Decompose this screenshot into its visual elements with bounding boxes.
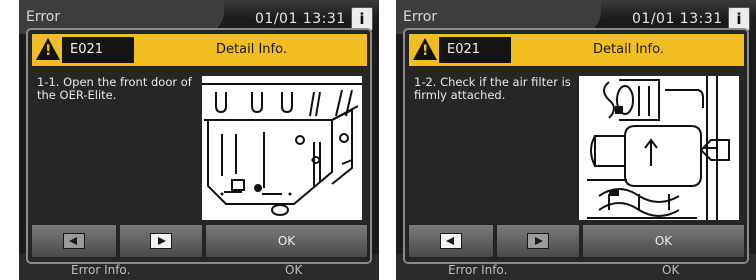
dialog-button-row: OK xyxy=(31,224,368,258)
clock: 01/01 13:31 xyxy=(632,11,723,27)
dialog-button-row: OK xyxy=(408,224,745,258)
instruction-text: 1-2. Check if the air filter is firmly a… xyxy=(414,75,571,102)
previous-arrow-icon xyxy=(63,233,85,249)
next-arrow-icon xyxy=(150,233,172,249)
air-filter-attached-diagram xyxy=(587,76,730,220)
front-door-open-illustration xyxy=(202,76,362,220)
detail-info-dialog: E021 Detail Info. 1-1. Open the front do… xyxy=(26,28,372,264)
ok-button[interactable]: OK xyxy=(582,224,745,258)
next-button[interactable] xyxy=(119,224,203,258)
air-filter-illustration xyxy=(579,76,739,220)
window-title: Error xyxy=(26,9,61,25)
dialog-header: E021 Detail Info. xyxy=(31,33,368,67)
next-button[interactable] xyxy=(496,224,580,258)
instruction-text: 1-1. Open the front door of the OER-Elit… xyxy=(37,75,192,102)
dialog-title: Detail Info. xyxy=(216,42,287,57)
dialog-header: E021 Detail Info. xyxy=(408,33,745,67)
error-info-button[interactable]: Error Info. xyxy=(71,263,130,277)
next-arrow-icon xyxy=(527,233,549,249)
ok-button[interactable]: OK xyxy=(205,224,368,258)
warning-icon xyxy=(413,38,437,60)
underlying-ok-button[interactable]: OK xyxy=(285,263,302,277)
dialog-title: Detail Info. xyxy=(593,42,664,57)
clock: 01/01 13:31 xyxy=(255,11,346,27)
window-title: Error xyxy=(403,9,438,25)
error-code: E021 xyxy=(62,37,134,63)
front-door-open-diagram xyxy=(202,83,362,216)
error-code: E021 xyxy=(439,37,511,63)
detail-info-dialog: E021 Detail Info. 1-2. Check if the air … xyxy=(403,28,749,264)
error-screen-step-1: Error 01/01 13:31 i Error Info. OK E021 … xyxy=(19,0,379,280)
previous-button[interactable] xyxy=(408,224,494,258)
previous-button[interactable] xyxy=(31,224,117,258)
error-info-button[interactable]: Error Info. xyxy=(448,263,507,277)
warning-icon xyxy=(36,38,60,60)
underlying-ok-button[interactable]: OK xyxy=(662,263,679,277)
previous-arrow-icon xyxy=(440,233,462,249)
error-screen-step-2: Error 01/01 13:31 i Error Info. OK E021 … xyxy=(396,0,756,280)
